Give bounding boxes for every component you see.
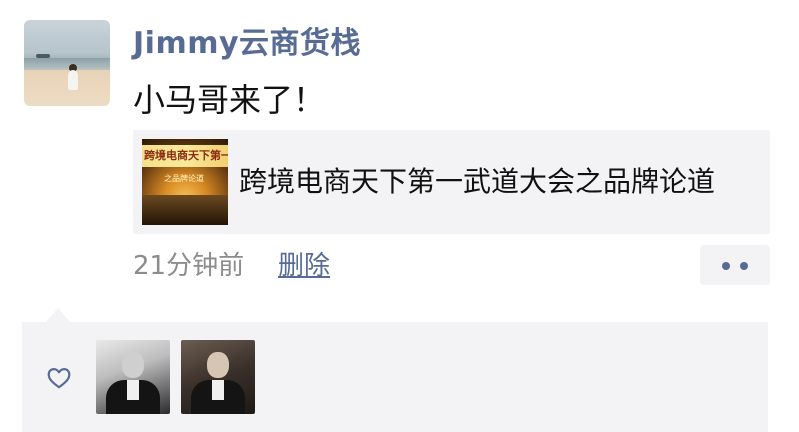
liker-avatar[interactable]	[96, 340, 170, 414]
liker-face	[207, 352, 229, 378]
avatar-boat	[36, 54, 50, 58]
post-timestamp: 21分钟前	[133, 251, 245, 281]
thumbnail-stage	[142, 195, 228, 225]
delete-link[interactable]: 删除	[278, 246, 330, 286]
shared-link-card[interactable]: 跨境电商天下第一武道 之品牌论道 跨境电商天下第一武道大会之品牌论道	[133, 130, 770, 234]
thumbnail-sub-text: 之品牌论道	[164, 174, 204, 183]
avatar-sea	[24, 58, 110, 70]
more-dot-icon	[740, 262, 748, 270]
heart-outline-icon	[47, 368, 71, 389]
liker-face	[122, 352, 144, 378]
link-title: 跨境电商天下第一武道大会之品牌论道	[239, 165, 716, 198]
link-thumbnail: 跨境电商天下第一武道 之品牌论道	[142, 139, 228, 225]
more-dot-icon	[722, 262, 730, 270]
thumbnail-banner-text: 跨境电商天下第一武道	[144, 149, 228, 162]
liker-shirt	[212, 380, 224, 400]
post-text: 小马哥来了！	[133, 81, 326, 119]
likes-panel	[22, 322, 768, 432]
author-name[interactable]: Jimmy云商货栈	[133, 22, 361, 66]
avatar-child	[68, 70, 78, 90]
liker-shirt	[127, 380, 139, 400]
author-avatar[interactable]	[24, 20, 110, 106]
liker-avatar[interactable]	[181, 340, 255, 414]
more-actions-button[interactable]	[700, 245, 770, 285]
likes-panel-arrow	[46, 308, 70, 322]
